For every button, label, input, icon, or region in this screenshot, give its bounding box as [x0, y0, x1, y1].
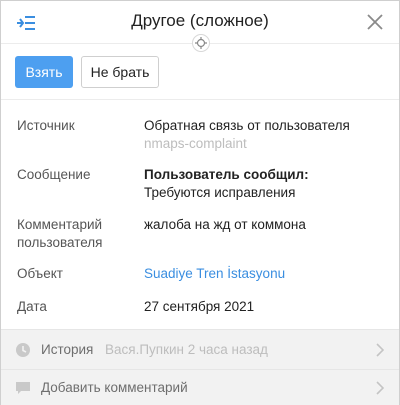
chevron-right-icon [376, 342, 385, 357]
date-label: Дата [17, 299, 47, 314]
skip-button[interactable]: Не брать [81, 56, 159, 88]
history-row[interactable]: История Вася.Пупкин 2 часа назад [1, 329, 399, 369]
message-title: Пользователь сообщил: [144, 167, 309, 182]
actions-divider [1, 99, 399, 100]
message-label: Сообщение [17, 167, 91, 182]
page-title: Другое (сложное) [131, 11, 269, 30]
history-label: История [41, 342, 94, 357]
collapse-panel-button[interactable] [13, 10, 39, 36]
message-value: Требуются исправления [144, 185, 296, 200]
object-label: Объект [17, 266, 63, 281]
take-button[interactable]: Взять [15, 56, 73, 88]
crosshair-icon [195, 37, 207, 49]
comment-label-line2: пользователя [17, 235, 103, 250]
clock-icon [16, 342, 30, 357]
object-link[interactable]: Suadiye Tren İstasyonu [144, 264, 285, 283]
comment-label-line1: Комментарий [17, 217, 103, 232]
close-icon [367, 14, 383, 30]
source-sub-value: nmaps-complaint [144, 136, 247, 151]
comment-value: жалоба на жд от коммона [144, 217, 306, 232]
chevron-right-icon [376, 380, 385, 395]
collapse-panel-icon [17, 16, 35, 30]
source-value: Обратная связь от пользователя [144, 118, 350, 133]
comment-icon [16, 381, 30, 394]
task-panel: Другое (сложное) Взять Не брать Источник… [0, 0, 400, 405]
task-actions: Взять Не брать [15, 56, 159, 88]
locate-target-button[interactable] [192, 34, 210, 52]
date-value: 27 сентября 2021 [144, 299, 255, 314]
add-comment-label: Добавить комментарий [41, 380, 188, 395]
close-button[interactable] [361, 8, 389, 36]
source-label: Источник [17, 118, 75, 133]
history-meta: Вася.Пупкин 2 часа назад [105, 342, 268, 357]
add-comment-row[interactable]: Добавить комментарий [1, 369, 399, 405]
